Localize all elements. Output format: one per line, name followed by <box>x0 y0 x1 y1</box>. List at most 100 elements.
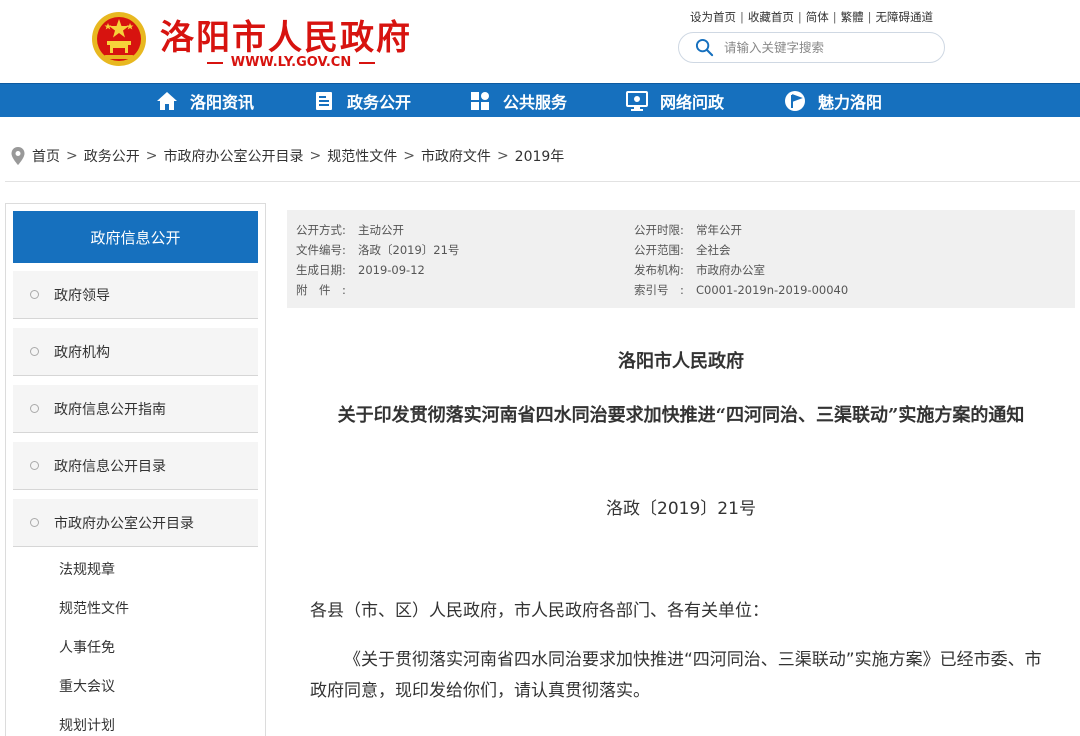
breadcrumb-office-directory[interactable]: 市政府办公室公开目录 <box>163 146 303 166</box>
breadcrumb-separator: > <box>496 148 509 164</box>
site-url: WWW.LY.GOV.CN <box>160 55 422 70</box>
nav-item-luoyang-news[interactable]: 洛阳资讯 <box>156 84 254 118</box>
meta-label: 公开方式: <box>296 223 346 237</box>
nav-item-label: 政务公开 <box>347 93 412 112</box>
meta-label: 公开范围: <box>634 243 684 257</box>
meta-value: 市政府办公室 <box>696 263 765 277</box>
sidebar-item-label: 政府领导 <box>54 287 110 304</box>
meta-doc-number: 文件编号: 洛政〔2019〕21号 <box>296 242 459 258</box>
sidebar-item-gov-agencies[interactable]: 政府机构 <box>13 328 258 376</box>
meta-label: 生成日期: <box>296 263 346 277</box>
nav-item-label: 洛阳资讯 <box>190 93 255 112</box>
sidebar-subitem-major-meetings[interactable]: 重大会议 <box>59 676 115 696</box>
site-url-text: WWW.LY.GOV.CN <box>230 55 352 70</box>
site-header: 洛阳市人民政府 WWW.LY.GOV.CN 设为首页 | 收藏首页 | 简体 |… <box>0 0 1080 83</box>
simplified-chinese-link[interactable]: 简体 <box>806 9 829 25</box>
document-title: 关于印发贯彻落实河南省四水同治要求加快推进“四河同治、三渠联动”实施方案的通知 <box>337 405 1025 426</box>
sidebar-item-disclosure-directory[interactable]: 政府信息公开目录 <box>13 442 258 490</box>
accessibility-link[interactable]: 无障碍通道 <box>876 9 934 25</box>
flag-icon <box>785 91 805 111</box>
meta-date: 生成日期: 2019-09-12 <box>296 262 425 278</box>
sidebar-item-label: 政府信息公开目录 <box>54 458 166 475</box>
sidebar: 政府信息公开 政府领导 政府机构 政府信息公开指南 政府信息公开目录 市政府办公… <box>5 203 266 736</box>
meta-label: 附 件 : <box>296 283 346 297</box>
breadcrumb-government-affairs[interactable]: 政务公开 <box>84 146 140 166</box>
breadcrumb: 首页 > 政务公开 > 市政府办公室公开目录 > 规范性文件 > 市政府文件 >… <box>10 145 564 167</box>
meta-period: 公开时限: 常年公开 <box>634 222 742 238</box>
bullet-circle-icon <box>30 347 39 356</box>
breadcrumb-separator: > <box>66 148 78 164</box>
meta-issuer: 发布机构: 市政府办公室 <box>634 262 765 278</box>
sidebar-item-label: 市政府办公室公开目录 <box>54 515 194 532</box>
breadcrumb-separator: > <box>309 148 322 164</box>
meta-value: 主动公开 <box>358 223 404 237</box>
sidebar-subitem-regulations[interactable]: 法规规章 <box>59 559 115 579</box>
meta-label: 文件编号: <box>296 243 346 257</box>
document-metadata: 公开方式: 主动公开 文件编号: 洛政〔2019〕21号 生成日期: 2019-09-… <box>287 210 1075 308</box>
search-input[interactable] <box>724 40 924 55</box>
breadcrumb-separator: > <box>403 148 415 164</box>
bullet-circle-icon <box>30 290 39 299</box>
sidebar-item-gov-leaders[interactable]: 政府领导 <box>13 271 258 319</box>
sidebar-subitem-normative-docs[interactable]: 规范性文件 <box>59 598 129 618</box>
bullet-circle-icon <box>30 404 39 413</box>
sidebar-subitem-appointments[interactable]: 人事任免 <box>59 637 115 657</box>
meta-value: 常年公开 <box>696 223 742 237</box>
national-emblem-icon <box>92 12 146 66</box>
document-issuer: 洛阳市人民政府 <box>618 351 744 372</box>
breadcrumb-home[interactable]: 首页 <box>32 146 60 166</box>
breadcrumb-year[interactable]: 2019年 <box>515 146 565 166</box>
meta-publish-mode: 公开方式: 主动公开 <box>296 222 404 238</box>
meta-label: 发布机构: <box>634 263 684 277</box>
breadcrumb-separator: > <box>145 148 158 164</box>
separator: | <box>832 10 837 24</box>
nav-item-online-inquiry[interactable]: 网络问政 <box>626 84 724 118</box>
nav-item-label: 网络问政 <box>660 93 725 112</box>
search-box[interactable] <box>678 32 945 63</box>
divider <box>5 181 1080 182</box>
sidebar-item-office-directory[interactable]: 市政府办公室公开目录 <box>13 499 258 547</box>
sidebar-subitem-plans[interactable]: 规划计划 <box>59 715 115 735</box>
document-icon <box>316 92 332 110</box>
meta-value: 全社会 <box>696 243 731 257</box>
sidebar-item-disclosure-guide[interactable]: 政府信息公开指南 <box>13 385 258 433</box>
site-title: 洛阳市人民政府 <box>160 18 412 58</box>
document-salutation: 各县（市、区）人民政府，市人民政府各部门、各有关单位： <box>310 601 769 621</box>
bookmark-link[interactable]: 收藏首页 <box>748 9 794 25</box>
grid-icon <box>471 92 489 110</box>
search-icon[interactable] <box>695 38 714 57</box>
separator: | <box>740 10 744 24</box>
separator: | <box>797 10 802 24</box>
meta-value: C0001-2019n-2019-00040 <box>696 283 849 297</box>
separator: | <box>867 10 872 24</box>
url-dash-left <box>206 61 223 64</box>
meta-attachment: 附 件 : <box>296 282 358 298</box>
nav-item-label: 公共服务 <box>503 93 568 112</box>
nav-item-charming-luoyang[interactable]: 魅力洛阳 <box>784 84 882 118</box>
set-homepage-link[interactable]: 设为首页 <box>690 9 736 25</box>
meta-scope: 公开范围: 全社会 <box>634 242 731 258</box>
meta-label: 公开时限: <box>634 223 684 237</box>
meta-index: 索引号 : C0001-2019n-2019-00040 <box>634 282 848 298</box>
bullet-circle-icon <box>30 518 39 527</box>
sidebar-heading: 政府信息公开 <box>13 211 258 263</box>
breadcrumb-city-docs[interactable]: 市政府文件 <box>421 146 491 166</box>
document-body: 《关于贯彻落实河南省四水同治要求加快推进“四河同治、三渠联动”实施方案》已经市委… <box>310 650 1042 701</box>
url-dash-right <box>359 61 376 64</box>
top-links: 设为首页 | 收藏首页 | 简体 | 繁體 | 无障碍通道 <box>690 9 933 25</box>
nav-item-label: 魅力洛阳 <box>818 93 883 112</box>
bullet-circle-icon <box>30 461 39 470</box>
location-pin-icon <box>11 147 25 165</box>
main-nav: 洛阳资讯 政务公开 公共服务 网络问政 魅力洛阳 <box>0 83 1080 117</box>
meta-label: 索引号 : <box>634 283 684 297</box>
monitor-icon <box>626 91 648 111</box>
document-number: 洛政〔2019〕21号 <box>606 499 756 519</box>
breadcrumb-normative-docs[interactable]: 规范性文件 <box>327 146 397 166</box>
meta-value: 2019-09-12 <box>358 263 425 277</box>
sidebar-item-label: 政府信息公开指南 <box>54 401 166 418</box>
sidebar-item-label: 政府机构 <box>54 344 110 361</box>
traditional-chinese-link[interactable]: 繁體 <box>841 9 864 25</box>
home-icon <box>157 92 177 110</box>
nav-item-public-services[interactable]: 公共服务 <box>469 84 567 118</box>
nav-item-government-affairs[interactable]: 政务公开 <box>313 84 411 118</box>
